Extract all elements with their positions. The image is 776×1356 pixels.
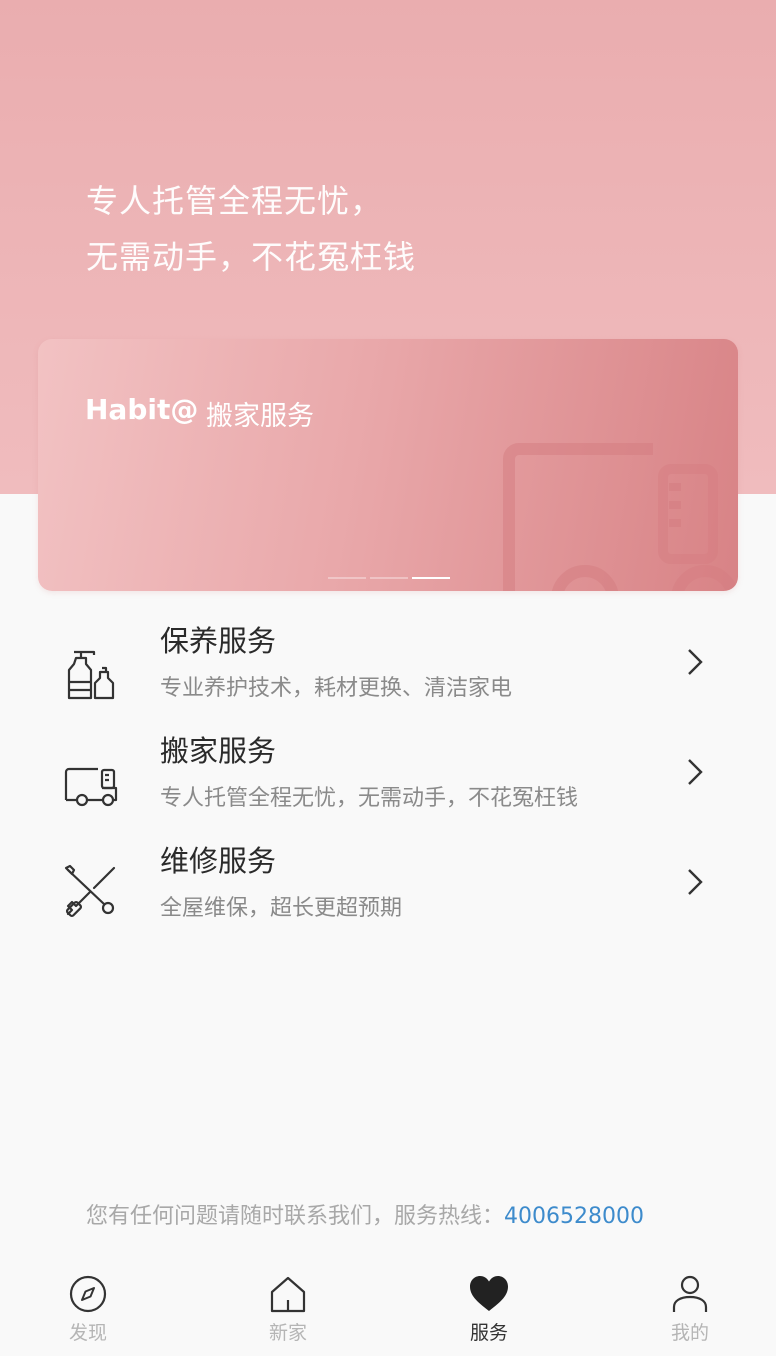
carousel-dot[interactable] [370, 577, 408, 579]
truck-illustration-icon [503, 443, 738, 591]
tools-icon [64, 864, 116, 918]
chevron-right-icon [688, 869, 703, 895]
service-item-moving[interactable]: 搬家服务 专人托管全程无忧，无需动手，不花冤枉钱 [0, 726, 776, 834]
service-desc: 专业养护技术，耗材更换、清洁家电 [160, 676, 513, 701]
habit-logo: Habit@ [85, 393, 199, 426]
hotline-info: 您有任何问题请随时联系我们，服务热线：4006528000 [86, 1198, 644, 1230]
service-desc: 专人托管全程无忧，无需动手，不花冤枉钱 [160, 786, 579, 811]
hero-line-1: 专人托管全程无忧， [86, 182, 384, 220]
truck-icon [64, 767, 118, 807]
service-item-repair[interactable]: 维修服务 全屋维保，超长更超预期 [0, 836, 776, 944]
compass-icon [69, 1275, 107, 1313]
carousel-dot[interactable] [328, 577, 366, 579]
tab-label: 服务 [469, 1322, 508, 1344]
tab-label: 我的 [670, 1322, 709, 1344]
service-desc: 全屋维保，超长更超预期 [160, 896, 403, 921]
hotline-text: 您有任何问题请随时联系我们，服务热线： [86, 1204, 505, 1229]
service-page: 专人托管全程无忧， 无需动手，不花冤枉钱 Habit@ 搬家服务 保养服务 专业… [0, 0, 776, 1356]
carousel-indicator[interactable] [328, 577, 450, 579]
tab-label: 发现 [68, 1322, 107, 1344]
service-item-maintenance[interactable]: 保养服务 专业养护技术，耗材更换、清洁家电 [0, 616, 776, 724]
service-title: 维修服务 [160, 844, 277, 878]
tab-mine[interactable]: 我的 [630, 1262, 750, 1356]
moving-service-banner[interactable]: Habit@ 搬家服务 [38, 339, 738, 591]
tab-discover[interactable]: 发现 [28, 1262, 148, 1356]
heart-icon [470, 1276, 508, 1311]
bottles-icon [67, 650, 115, 700]
tab-services[interactable]: 服务 [429, 1262, 549, 1356]
hotline-number-link[interactable]: 4006528000 [504, 1204, 644, 1229]
banner-title: 搬家服务 [206, 401, 314, 432]
tab-label: 新家 [268, 1322, 307, 1344]
tab-new-home[interactable]: 新家 [228, 1262, 348, 1356]
carousel-dot-active[interactable] [412, 577, 450, 579]
chevron-right-icon [688, 649, 703, 675]
home-icon [270, 1276, 306, 1313]
user-icon [672, 1275, 708, 1312]
bottom-tab-bar: 发现 新家 服务 我的 [0, 1262, 776, 1356]
service-title: 搬家服务 [160, 734, 277, 768]
service-title: 保养服务 [160, 624, 277, 658]
chevron-right-icon [688, 759, 703, 785]
hero-line-2: 无需动手，不花冤枉钱 [86, 238, 417, 276]
